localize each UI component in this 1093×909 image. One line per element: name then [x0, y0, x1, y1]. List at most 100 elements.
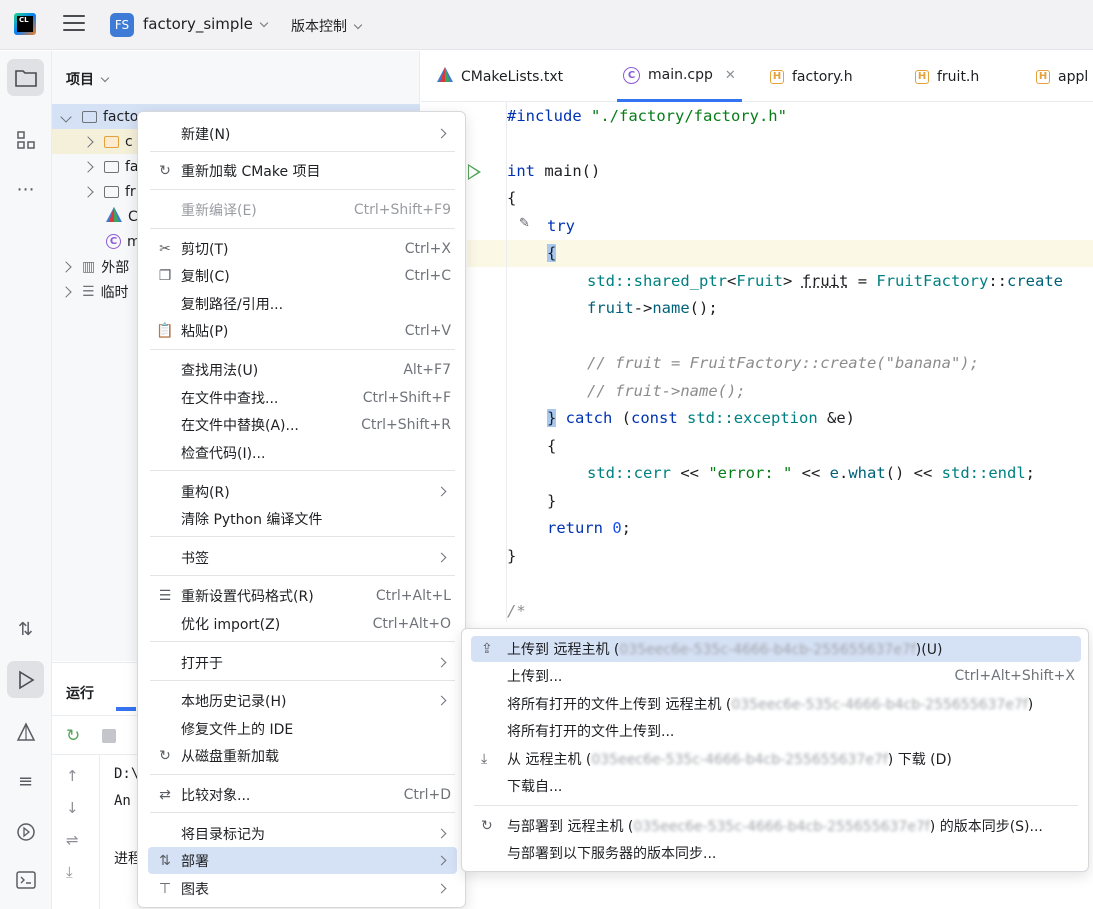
menu-item-mark-directory-as[interactable]: 将目录标记为 — [148, 820, 457, 847]
chevron-right-icon[interactable] — [82, 185, 94, 198]
menu-item-diagrams[interactable]: ⊤ 图表 — [148, 875, 457, 902]
submenu-item-sync-with-remote[interactable]: ↻ 与部署到 远程主机 (035eec6e-535c-4666-b4cb-2556… — [471, 813, 1081, 839]
menu-item-paste[interactable]: 📋 粘贴(P) Ctrl+V — [148, 317, 457, 344]
tree-item-factory[interactable]: fa — [82, 154, 139, 179]
console-line: D:\ — [114, 766, 140, 782]
library-icon: ▥ — [82, 258, 96, 275]
tab-apple-h[interactable]: Happl — [1036, 51, 1088, 102]
submenu-item-upload-to[interactable]: 上传到... Ctrl+Alt+Shift+X — [471, 663, 1081, 689]
menu-item-find-in-files[interactable]: 在文件中查找... Ctrl+Shift+F — [148, 384, 457, 411]
clion-logo-icon[interactable]: CL — [14, 13, 36, 35]
menu-item-repair-ide[interactable]: 修复文件上的 IDE — [148, 715, 457, 742]
code-line: fruit->name(); — [587, 299, 718, 317]
menu-item-reload-from-disk[interactable]: ↻ 从磁盘重新加载 — [148, 742, 457, 769]
tree-item-root[interactable]: facto — [60, 104, 138, 129]
folder-icon — [104, 135, 119, 148]
chevron-right-icon[interactable] — [60, 285, 72, 298]
deploy-icon: ⇅ — [159, 852, 171, 869]
chevron-right-icon[interactable] — [82, 135, 94, 148]
run-tool-icon[interactable] — [7, 661, 44, 698]
more-tools-icon[interactable]: ⋯ — [7, 171, 44, 208]
commit-tool-icon[interactable]: ⇅ — [7, 611, 44, 648]
tab-factory-h[interactable]: Hfactory.h — [770, 51, 853, 102]
close-icon[interactable]: ✕ — [725, 68, 736, 83]
arrow-up-icon[interactable]: ↑ — [66, 767, 79, 785]
chevron-right-icon — [436, 552, 447, 563]
cpp-icon: C — [623, 66, 640, 84]
tree-item-label: 临时 — [100, 284, 129, 301]
project-badge[interactable]: FS — [110, 13, 134, 37]
title-bar: CL FS factory_simple 版本控制 — [0, 0, 1093, 50]
terminal-tool-icon[interactable] — [7, 861, 44, 898]
menu-item-cut[interactable]: ✂ 剪切(T) Ctrl+X — [148, 235, 457, 262]
tree-item-cmakelists[interactable]: C — [106, 204, 138, 229]
structure-tool-icon[interactable] — [7, 121, 44, 158]
chevron-right-icon — [436, 128, 447, 139]
cmake-icon — [437, 67, 453, 86]
tree-item-external-libraries[interactable]: ▥ 外部 — [60, 254, 129, 279]
tree-item-scratches[interactable]: ☰ 临时 — [60, 279, 129, 304]
tab-fruit-h[interactable]: Hfruit.h — [915, 51, 979, 102]
menu-item-clean-python[interactable]: 清除 Python 编译文件 — [148, 505, 457, 532]
editor-tabs: CMakeLists.txt Cmain.cpp ✕ Hfactory.h Hfr… — [421, 51, 1093, 102]
project-selector[interactable]: factory_simple — [143, 15, 269, 33]
chevron-right-icon — [436, 695, 447, 706]
arrow-down-icon[interactable]: ↓ — [66, 799, 79, 817]
services-tool-icon[interactable] — [7, 813, 44, 850]
menu-item-refactor[interactable]: 重构(R) — [148, 478, 457, 505]
tree-item-label: c — [125, 133, 133, 150]
soft-wrap-icon[interactable]: ⇌ — [66, 831, 79, 849]
messages-tool-icon[interactable]: ≡ — [7, 763, 44, 800]
submenu-item-sync-with-server[interactable]: 与部署到以下服务器的版本同步... — [471, 840, 1081, 866]
code-comment: // fruit->name(); — [587, 382, 746, 400]
vcs-label: 版本控制 — [291, 19, 347, 35]
submenu-item-upload-to-remote[interactable]: ⇪ 上传到 远程主机 (035eec6e-535c-4666-b4cb-25565… — [471, 636, 1081, 662]
chevron-right-icon[interactable] — [82, 160, 94, 173]
stop-icon[interactable] — [102, 729, 116, 743]
scroll-end-icon[interactable]: ⤓ — [66, 863, 73, 881]
format-icon: ☰ — [158, 587, 172, 604]
project-panel-header[interactable]: 项目 — [66, 69, 110, 89]
header-icon: H — [770, 69, 784, 84]
tree-item-main-cpp[interactable]: Cm — [106, 229, 141, 254]
cmake-tool-icon[interactable] — [7, 713, 44, 750]
menu-item-replace-in-files[interactable]: 在文件中替换(A)... Ctrl+Shift+R — [148, 411, 457, 438]
menu-item-local-history[interactable]: 本地历史记录(H) — [148, 687, 457, 714]
context-menu: 新建(N) ↻ 重新加载 CMake 项目 重新编译(E) Ctrl+Shift+F… — [137, 111, 466, 908]
menu-item-optimize-imports[interactable]: 优化 import(Z) Ctrl+Alt+O — [148, 610, 457, 637]
folder-icon — [82, 110, 97, 123]
code-line: } — [507, 547, 517, 565]
menu-item-inspect-code[interactable]: 检查代码(I)... — [148, 439, 457, 466]
project-tool-icon[interactable] — [7, 59, 44, 96]
tab-main-cpp[interactable]: Cmain.cpp ✕ — [617, 51, 742, 102]
menu-item-copy-path[interactable]: 复制路径/引用... — [148, 290, 457, 317]
menu-item-recompile: 重新编译(E) Ctrl+Shift+F9 — [181, 201, 451, 219]
edit-hint-icon[interactable]: ✎ — [519, 216, 530, 231]
tab-cmakelists[interactable]: CMakeLists.txt — [437, 51, 563, 102]
submenu-item-download-from[interactable]: 下载自... — [471, 773, 1081, 799]
tree-item-cmake-build[interactable]: c — [82, 129, 133, 154]
menu-item-compare-with[interactable]: ⇄ 比较对象... Ctrl+D — [148, 781, 457, 808]
rerun-icon[interactable]: ↻ — [66, 726, 80, 746]
tree-item-fruit[interactable]: fr — [82, 179, 136, 204]
chevron-down-icon — [259, 18, 269, 28]
menu-item-copy[interactable]: ❐ 复制(C) Ctrl+C — [148, 262, 457, 289]
menu-item-reformat-code[interactable]: ☰ 重新设置代码格式(R) Ctrl+Alt+L — [148, 582, 457, 609]
menu-item-bookmarks[interactable]: 书签 — [148, 544, 457, 571]
project-name: factory_simple — [143, 15, 253, 33]
menu-item-deployment[interactable]: ⇅ 部署 — [148, 847, 457, 874]
cpp-icon: C — [106, 234, 121, 249]
vcs-menu[interactable]: 版本控制 — [291, 16, 363, 36]
menu-item-new[interactable]: 新建(N) — [148, 120, 457, 147]
submenu-item-upload-all-open-to[interactable]: 将所有打开的文件上传到... — [471, 718, 1081, 744]
submenu-item-upload-all-open-remote[interactable]: 将所有打开的文件上传到 远程主机 (035eec6e-535c-4666-b4c… — [471, 691, 1081, 717]
submenu-item-download-from-remote[interactable]: ⤓ 从 远程主机 (035eec6e-535c-4666-b4cb-2556556… — [471, 746, 1081, 772]
chevron-right-icon[interactable] — [60, 260, 72, 273]
chevron-down-icon[interactable] — [60, 110, 72, 123]
menu-item-reload-cmake[interactable]: ↻ 重新加载 CMake 项目 — [148, 157, 457, 184]
run-gutter-icon[interactable] — [468, 164, 481, 180]
gutter-divider — [506, 102, 507, 622]
main-menu-icon[interactable] — [63, 15, 85, 33]
menu-item-find-usages[interactable]: 查找用法(U) Alt+F7 — [148, 356, 457, 383]
menu-item-open-in[interactable]: 打开于 — [148, 649, 457, 676]
